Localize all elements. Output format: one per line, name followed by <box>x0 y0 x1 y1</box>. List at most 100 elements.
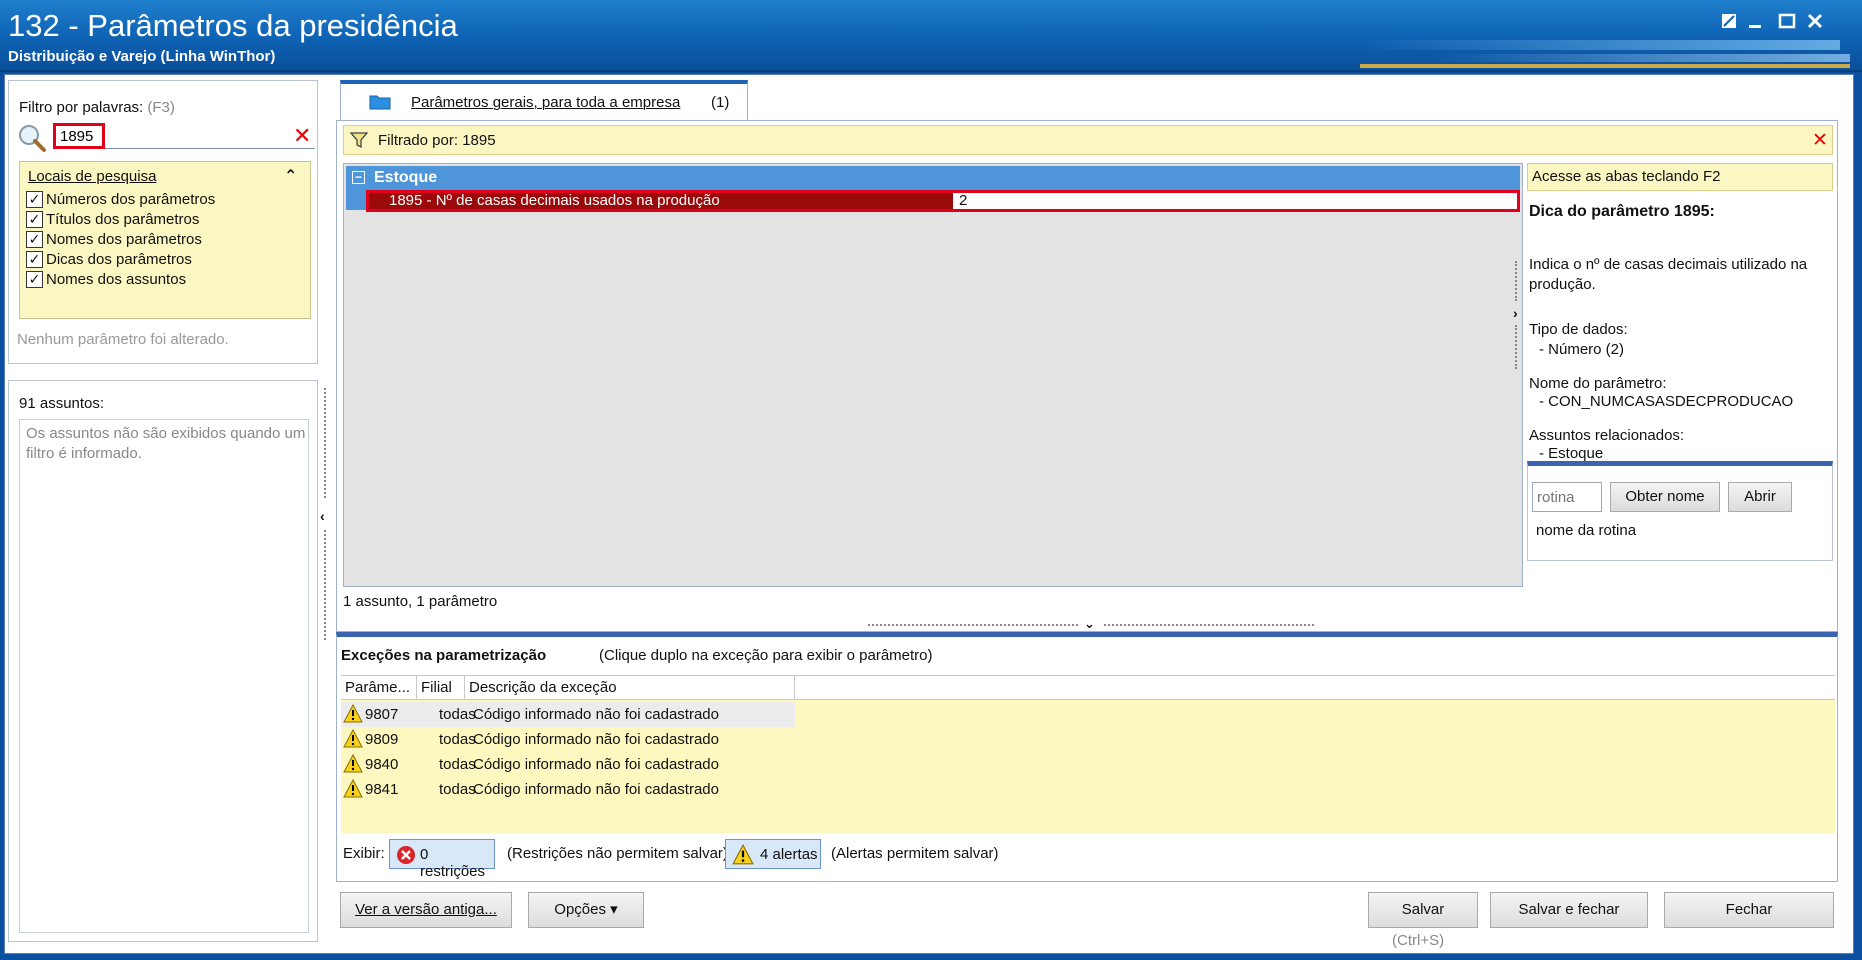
error-icon <box>397 846 415 864</box>
data-type-label: Tipo de dados: <box>1529 321 1628 338</box>
routine-input[interactable] <box>1532 482 1602 512</box>
restrictions-note: (Restrições não permitem salvar) <box>507 845 728 862</box>
close-window-icon[interactable] <box>1802 12 1828 36</box>
subjects-count: 91 assuntos: <box>19 395 105 412</box>
search-locations-title[interactable]: Locais de pesquisa <box>28 168 156 185</box>
splitter-grip <box>1515 261 1521 301</box>
options-button[interactable]: Opções ▾ <box>528 892 644 928</box>
checkbox[interactable]: ✓ <box>26 230 43 248</box>
filter-shortcut: (F3) <box>147 99 175 116</box>
collapse-icon[interactable]: ⌃ <box>284 166 297 186</box>
exception-description: Código informado não foi cadastrado <box>473 756 719 773</box>
exception-row[interactable]: 9809 todas Código informado não foi cada… <box>341 727 795 752</box>
search-input[interactable] <box>53 123 105 149</box>
warning-icon <box>343 729 363 748</box>
funnel-icon <box>349 131 369 149</box>
exception-param: 9841 <box>365 781 399 798</box>
exception-row[interactable]: 9841 todas Código informado não foi cada… <box>341 777 795 802</box>
warning-icon <box>343 704 363 723</box>
related-subjects-label: Assuntos relacionados: <box>1529 427 1685 444</box>
filter-label: Filtro por palavras: (F3) <box>19 99 175 116</box>
checkbox[interactable]: ✓ <box>26 270 43 288</box>
change-status: Nenhum parâmetro foi alterado. <box>17 331 229 348</box>
save-button[interactable]: Salvar <box>1368 892 1478 928</box>
subjects-panel: 91 assuntos: Os assuntos não são exibido… <box>8 380 318 942</box>
option-nomes[interactable]: ✓ Nomes dos parâmetros <box>26 228 202 250</box>
window-title: 132 - Parâmetros da presidência <box>8 8 458 43</box>
column-header-description[interactable]: Descrição da exceção <box>465 676 795 700</box>
parameter-value[interactable]: 2 <box>959 193 967 209</box>
group-label: Estoque <box>374 169 438 186</box>
splitter-grip <box>1515 325 1521 369</box>
exception-param: 9807 <box>365 706 399 723</box>
checkbox[interactable]: ✓ <box>26 190 43 208</box>
clear-filter-icon[interactable]: ✕ <box>1812 129 1828 152</box>
exception-filial: todas <box>439 756 476 773</box>
checkbox[interactable]: ✓ <box>26 210 43 228</box>
param-name-value: - CON_NUMCASASDECPRODUCAO <box>1539 393 1794 410</box>
search-locations-box: Locais de pesquisa ⌃ ✓ Números dos parâm… <box>19 161 311 319</box>
minimize-icon[interactable] <box>1742 12 1768 36</box>
option-label: Títulos dos parâmetros <box>46 210 200 228</box>
chevron-left-icon[interactable]: ‹ <box>320 508 325 524</box>
exception-description: Código informado não foi cadastrado <box>473 781 719 798</box>
exceptions-title: Exceções na parametrização <box>341 647 547 664</box>
chevron-right-icon[interactable]: › <box>1513 305 1518 321</box>
maximize-icon[interactable] <box>1774 12 1800 36</box>
hint-splitter[interactable]: › <box>1513 261 1523 371</box>
subjects-message: Os assuntos não são exibidos quando um f… <box>26 425 306 462</box>
filter-label-text: Filtro por palavras: <box>19 99 144 116</box>
exceptions-hint: (Clique duplo na exceção para exibir o p… <box>599 647 933 664</box>
parameter-row[interactable]: 1895 - Nº de casas decimais usados na pr… <box>346 190 1520 212</box>
parameter-row-highlight: 1895 - Nº de casas decimais usados na pr… <box>366 190 1520 212</box>
hint-description: Indica o nº de casas decimais utilizado … <box>1529 256 1808 293</box>
restore-window-icon[interactable] <box>1716 12 1742 36</box>
option-assuntos[interactable]: ✓ Nomes dos assuntos <box>26 268 186 290</box>
warning-icon <box>343 779 363 798</box>
clear-search-icon[interactable]: ✕ <box>293 123 311 149</box>
tab-parametros-gerais[interactable]: Parâmetros gerais, para toda a empresa (… <box>340 80 748 120</box>
alerts-note: (Alertas permitem salvar) <box>831 845 999 862</box>
exibir-row: Exibir: 0 restrições (Restrições não per… <box>341 839 1341 880</box>
chevron-down-icon[interactable]: ⌄ <box>1084 616 1095 632</box>
vertical-splitter[interactable]: ‹ <box>320 380 332 650</box>
parameter-name[interactable]: 1895 - Nº de casas decimais usados na pr… <box>369 193 953 209</box>
related-subjects-value: - Estoque <box>1539 445 1604 462</box>
title-decoration <box>1430 54 1850 62</box>
search-box: ✕ <box>53 123 315 149</box>
exception-row[interactable]: 9840 todas Código informado não foi cada… <box>341 752 795 777</box>
folder-icon <box>369 94 391 110</box>
collapse-group-icon[interactable]: − <box>352 171 365 184</box>
save-and-close-button[interactable]: Salvar e fechar <box>1490 892 1648 928</box>
exception-param: 9809 <box>365 731 399 748</box>
exceptions-panel: Exceções na parametrização (Clique duplo… <box>336 632 1838 882</box>
checkbox[interactable]: ✓ <box>26 250 43 268</box>
alerts-toggle[interactable]: 4 alertas <box>725 839 821 869</box>
exception-filial: todas <box>439 706 476 723</box>
horizontal-splitter[interactable]: ⌄ <box>868 616 1316 632</box>
filter-panel: Filtro por palavras: (F3) ✕ Locais de pe… <box>8 80 318 364</box>
hint-panel: Acesse as abas teclando F2 Dica do parâm… <box>1527 163 1833 629</box>
param-name-label: Nome do parâmetro: <box>1529 375 1667 392</box>
warning-icon <box>343 754 363 773</box>
data-type-value: - Número (2) <box>1539 341 1625 358</box>
group-header[interactable]: − Estoque <box>346 166 1520 190</box>
warning-icon <box>732 844 754 865</box>
option-dicas[interactable]: ✓ Dicas dos parâmetros <box>26 248 192 270</box>
option-titulos[interactable]: ✓ Títulos dos parâmetros <box>26 208 199 230</box>
old-version-button[interactable]: Ver a versão antiga... <box>340 892 512 928</box>
splitter-grip <box>868 624 1078 626</box>
restrictions-toggle[interactable]: 0 restrições <box>389 839 495 880</box>
close-button[interactable]: Fechar <box>1664 892 1834 928</box>
exception-row[interactable]: 9807 todas Código informado não foi cada… <box>341 702 795 727</box>
open-button[interactable]: Abrir <box>1728 482 1792 512</box>
window-subtitle: Distribuição e Varejo (Linha WinThor) <box>8 48 276 65</box>
get-name-button[interactable]: Obter nome <box>1610 482 1720 512</box>
exceptions-grid: Parâme... Filial Descrição da exceção 98… <box>341 675 1835 833</box>
hint-title: Dica do parâmetro 1895: <box>1529 203 1715 220</box>
subjects-list[interactable]: Os assuntos não são exibidos quando um f… <box>19 419 309 933</box>
column-header-param[interactable]: Parâme... <box>341 676 417 700</box>
search-icon <box>17 123 47 153</box>
option-numeros[interactable]: ✓ Números dos parâmetros <box>26 188 215 210</box>
column-header-filial[interactable]: Filial <box>417 676 465 700</box>
